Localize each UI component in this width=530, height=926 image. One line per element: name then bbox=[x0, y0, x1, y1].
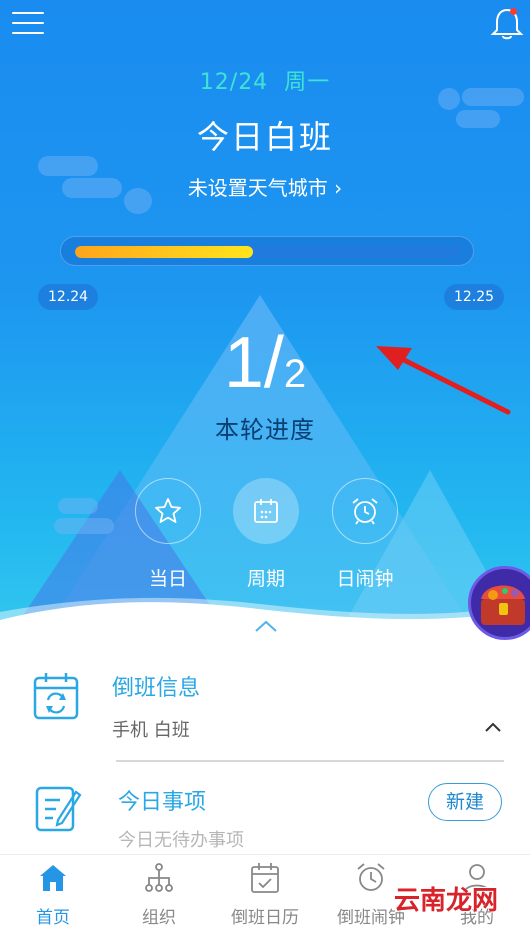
nav-org[interactable]: 组织 bbox=[106, 855, 212, 926]
alarm-view-button[interactable] bbox=[332, 478, 398, 544]
home-icon bbox=[40, 865, 66, 891]
progress-fill bbox=[75, 246, 253, 258]
calendar-icon bbox=[254, 499, 278, 523]
day-view-button[interactable] bbox=[135, 478, 201, 544]
cycle-total: 2 bbox=[283, 352, 307, 396]
date-line: 12/24 周一 bbox=[0, 64, 530, 96]
calendar-check-icon bbox=[251, 863, 279, 893]
progress-start-date: 12.24 bbox=[38, 284, 99, 310]
nav-shift-calendar[interactable]: 倒班日历 bbox=[212, 855, 318, 926]
progress-end-date: 12.25 bbox=[444, 284, 505, 310]
alarm-view-label[interactable]: 日闹钟 bbox=[315, 564, 415, 591]
nav-shift-calendar-label: 倒班日历 bbox=[231, 908, 299, 926]
edit-note-icon bbox=[35, 786, 82, 832]
org-chart-icon bbox=[145, 863, 173, 892]
shift-progress-bar bbox=[60, 236, 474, 266]
shift-calendar-icon bbox=[33, 673, 79, 720]
nav-home-label: 首页 bbox=[36, 908, 70, 926]
nav-home[interactable]: 首页 bbox=[0, 855, 106, 926]
cycle-current: 1 bbox=[223, 323, 264, 403]
star-icon bbox=[155, 498, 181, 523]
annotation-arrow bbox=[376, 346, 511, 415]
new-todo-button[interactable]: 新建 bbox=[428, 783, 502, 821]
shift-title: 今日白班 bbox=[196, 118, 333, 156]
section-divider bbox=[116, 760, 504, 762]
watermark-text: 云南龙网 bbox=[394, 886, 499, 916]
hero-panel: 12/24 周一 今日白班 未设置天气城市 › 12.24 12.25 1/2 本… bbox=[0, 0, 530, 640]
date-text: 12/24 bbox=[199, 70, 269, 95]
progress-track bbox=[75, 246, 461, 258]
weather-city-link[interactable]: 未设置天气城市 › bbox=[0, 172, 530, 201]
bell-icon[interactable] bbox=[490, 6, 524, 42]
cycle-view-label[interactable]: 周期 bbox=[216, 564, 316, 591]
notification-dot bbox=[510, 8, 517, 15]
cycle-view-button[interactable] bbox=[233, 478, 299, 544]
chevron-up-icon[interactable] bbox=[482, 716, 504, 738]
chevron-up-icon[interactable] bbox=[252, 616, 280, 636]
todo-empty-text: 今日无待办事项 bbox=[118, 830, 244, 851]
menu-icon[interactable] bbox=[12, 12, 44, 36]
weekday-text: 周一 bbox=[284, 70, 331, 95]
day-view-label[interactable]: 当日 bbox=[118, 564, 218, 591]
alarm-clock-icon bbox=[357, 863, 385, 891]
alarm-clock-icon bbox=[352, 498, 378, 525]
shift-info-title: 倒班信息 bbox=[112, 676, 201, 701]
cycle-slash: / bbox=[263, 323, 284, 403]
shift-info-detail: 手机 白班 bbox=[112, 720, 190, 741]
nav-org-label: 组织 bbox=[142, 908, 176, 926]
todo-title: 今日事项 bbox=[118, 790, 207, 815]
